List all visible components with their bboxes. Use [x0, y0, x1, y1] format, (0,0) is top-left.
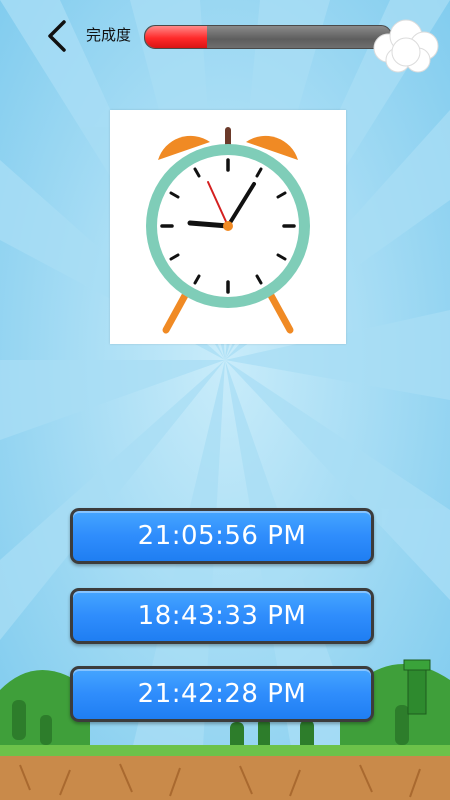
- progress-label: 完成度: [86, 26, 132, 44]
- chevron-left-icon[interactable]: [40, 16, 76, 56]
- progress-fill: [145, 26, 207, 48]
- answer-option-2[interactable]: 18:43:33 PM: [70, 588, 374, 644]
- answer-option-1[interactable]: 21:05:56 PM: [70, 508, 374, 564]
- progress-bar: [144, 25, 392, 49]
- question-card: [110, 110, 346, 344]
- answer-option-3[interactable]: 21:42:28 PM: [70, 666, 374, 722]
- alarm-clock-icon: [146, 127, 310, 334]
- cloud-icon: [373, 19, 439, 73]
- top-bar: 完成度: [0, 0, 450, 80]
